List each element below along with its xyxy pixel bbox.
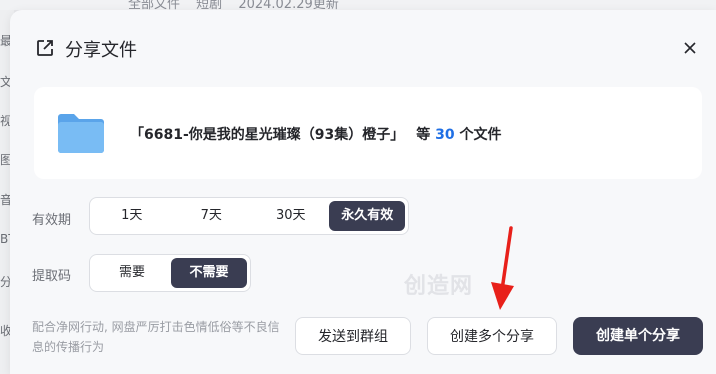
dialog-title: 分享文件 xyxy=(65,40,137,61)
folder-icon xyxy=(58,114,104,153)
create-multiple-share-button[interactable]: 创建多个分享 xyxy=(427,317,557,355)
policy-notice: 配合净网行动, 网盘严厉打击色情低俗等不良信息的传播行为 xyxy=(32,320,280,354)
file-count: 30 xyxy=(435,127,455,143)
validity-label: 有效期 xyxy=(32,213,72,228)
code-selector: 需要 不需要 xyxy=(89,254,251,292)
close-icon[interactable] xyxy=(682,40,698,56)
validity-option-1day[interactable]: 1天 xyxy=(93,201,171,231)
background-header xyxy=(0,0,716,10)
file-count-suffix: 个文件 xyxy=(459,127,502,143)
watermark-text: 创造网 xyxy=(404,274,474,299)
validity-option-7days[interactable]: 7天 xyxy=(171,201,252,231)
validity-selector: 1天 7天 30天 永久有效 xyxy=(89,197,409,235)
external-share-icon xyxy=(37,40,53,56)
file-card: 「6681-你是我的星光璀璨（93集）橙子」等 30 个文件 xyxy=(34,87,702,179)
create-single-share-button[interactable]: 创建单个分享 xyxy=(573,317,703,355)
code-label: 提取码 xyxy=(32,269,72,284)
file-name: 「6681-你是我的星光璀璨（93集）橙子」 xyxy=(130,127,405,143)
validity-option-permanent[interactable]: 永久有效 xyxy=(329,201,405,231)
code-option-not-required[interactable]: 不需要 xyxy=(171,258,247,288)
send-to-group-button[interactable]: 发送到群组 xyxy=(295,317,411,355)
share-dialog: 分享文件 「6681-你是我的星光璀璨（93集）橙子」等 30 个文件 有效期 … xyxy=(10,10,716,374)
file-count-prefix: 等 xyxy=(416,127,431,143)
code-option-required[interactable]: 需要 xyxy=(93,258,171,288)
validity-option-30days[interactable]: 30天 xyxy=(252,201,330,231)
red-arrow-annotation xyxy=(491,226,514,310)
file-summary: 「6681-你是我的星光璀璨（93集）橙子」等 30 个文件 xyxy=(130,124,502,144)
